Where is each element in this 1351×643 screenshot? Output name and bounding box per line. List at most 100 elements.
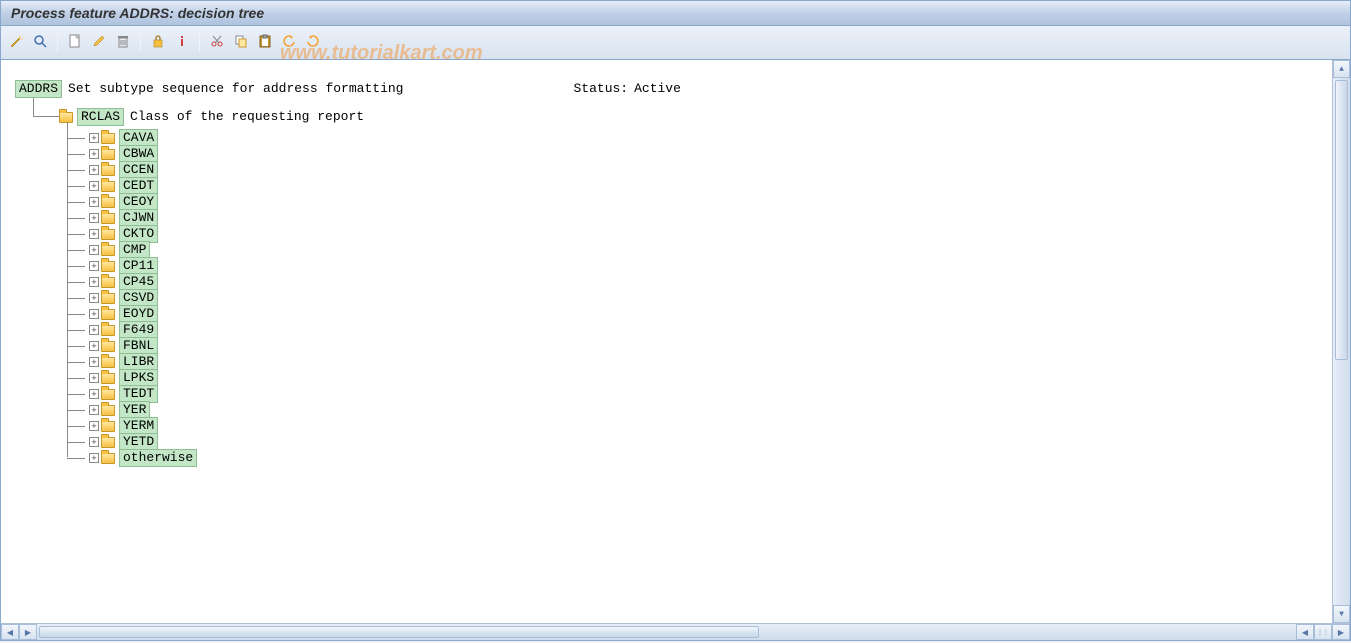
- tree-root: ADDRS Set subtype sequence for address f…: [15, 80, 1336, 98]
- lock-button[interactable]: [147, 32, 169, 54]
- expand-icon[interactable]: +: [89, 229, 99, 239]
- scissors-icon: [210, 34, 224, 51]
- tree-leaf[interactable]: + otherwise: [77, 450, 1336, 466]
- tree-branch: RCLAS Class of the requesting report: [15, 108, 1336, 126]
- separator: [140, 33, 141, 53]
- tree-node-rclas[interactable]: RCLAS Class of the requesting report: [59, 108, 364, 126]
- tree-leaf[interactable]: +CMP: [77, 242, 1336, 258]
- leaf-label: otherwise: [119, 449, 197, 467]
- tree-leaf[interactable]: +CCEN: [77, 162, 1336, 178]
- folder-icon: [101, 389, 115, 400]
- expand-icon[interactable]: +: [89, 277, 99, 287]
- tree-leaf[interactable]: +CKTO: [77, 226, 1336, 242]
- rclas-desc: Class of the requesting report: [130, 109, 364, 125]
- tree-leaf[interactable]: +LPKS: [77, 370, 1336, 386]
- tree-leaf[interactable]: +FBNL: [77, 338, 1336, 354]
- folder-icon: [101, 453, 115, 464]
- scroll-grip-icon: ⋮⋮: [1314, 624, 1332, 640]
- folder-icon: [101, 309, 115, 320]
- folder-icon: [101, 341, 115, 352]
- expand-icon[interactable]: +: [89, 165, 99, 175]
- folder-icon: [101, 229, 115, 240]
- tree-leaf[interactable]: +EOYD: [77, 306, 1336, 322]
- expand-icon[interactable]: +: [89, 197, 99, 207]
- copy-button[interactable]: [230, 32, 252, 54]
- scroll-left-button-2[interactable]: ◀: [1296, 624, 1314, 640]
- tree-leaf[interactable]: +YERM: [77, 418, 1336, 434]
- separator: [57, 33, 58, 53]
- expand-icon[interactable]: +: [89, 437, 99, 447]
- folder-open-icon: [59, 112, 73, 123]
- rclas-code: RCLAS: [77, 108, 124, 126]
- trash-icon: [116, 34, 130, 51]
- tree-connector: [15, 108, 59, 126]
- scroll-thumb-h[interactable]: [39, 626, 759, 638]
- info-button[interactable]: [171, 32, 193, 54]
- status-value: Active: [634, 81, 681, 97]
- expand-icon[interactable]: +: [89, 261, 99, 271]
- tree-leaf[interactable]: +F649: [77, 322, 1336, 338]
- folder-icon: [101, 373, 115, 384]
- folder-icon: [101, 261, 115, 272]
- tree-leaf[interactable]: +CSVD: [77, 290, 1336, 306]
- toolbar: [0, 26, 1351, 60]
- expand-icon[interactable]: +: [89, 373, 99, 383]
- tree-leaf[interactable]: +CEOY: [77, 194, 1336, 210]
- tree-leaf[interactable]: +CBWA: [77, 146, 1336, 162]
- tree-leaf[interactable]: +LIBR: [77, 354, 1336, 370]
- tree-leaf[interactable]: +CAVA: [77, 130, 1336, 146]
- expand-icon[interactable]: +: [89, 245, 99, 255]
- tree-leaf[interactable]: +YETD: [77, 434, 1336, 450]
- redo-button[interactable]: [302, 32, 324, 54]
- decision-tree: ADDRS Set subtype sequence for address f…: [1, 60, 1350, 486]
- tree-leaf[interactable]: +CP11: [77, 258, 1336, 274]
- scroll-up-button[interactable]: ▲: [1333, 60, 1350, 78]
- expand-icon[interactable]: +: [89, 293, 99, 303]
- find-button[interactable]: [29, 32, 51, 54]
- redo-icon: [306, 34, 320, 51]
- scroll-right-button-2[interactable]: ▶: [1332, 624, 1350, 640]
- tree-leaf[interactable]: +YER: [77, 402, 1336, 418]
- tree-leaf[interactable]: +TEDT: [77, 386, 1336, 402]
- expand-icon[interactable]: +: [89, 181, 99, 191]
- expand-icon[interactable]: +: [89, 453, 99, 463]
- root-code[interactable]: ADDRS: [15, 80, 62, 98]
- scroll-down-button[interactable]: ▼: [1333, 605, 1350, 623]
- expand-icon[interactable]: +: [89, 133, 99, 143]
- folder-icon: [101, 405, 115, 416]
- horizontal-scrollbar[interactable]: ◀ ▶ ◀ ⋮⋮ ▶: [0, 623, 1351, 641]
- expand-icon[interactable]: +: [89, 213, 99, 223]
- create-button[interactable]: [64, 32, 86, 54]
- expand-icon[interactable]: +: [89, 389, 99, 399]
- cut-button[interactable]: [206, 32, 228, 54]
- undo-icon: [282, 34, 296, 51]
- generate-button[interactable]: [5, 32, 27, 54]
- folder-icon: [101, 437, 115, 448]
- expand-icon[interactable]: +: [89, 405, 99, 415]
- content-area: ADDRS Set subtype sequence for address f…: [0, 60, 1351, 623]
- expand-icon[interactable]: +: [89, 325, 99, 335]
- expand-icon[interactable]: +: [89, 357, 99, 367]
- tree-leaf[interactable]: +CJWN: [77, 210, 1336, 226]
- scroll-track[interactable]: [1333, 78, 1350, 605]
- expand-icon[interactable]: +: [89, 341, 99, 351]
- expand-icon[interactable]: +: [89, 149, 99, 159]
- tree-leaf[interactable]: +CP45: [77, 274, 1336, 290]
- scroll-thumb[interactable]: [1335, 80, 1348, 360]
- expand-icon[interactable]: +: [89, 309, 99, 319]
- tree-leaf[interactable]: +CEDT: [77, 178, 1336, 194]
- search-icon: [33, 34, 47, 51]
- paste-button[interactable]: [254, 32, 276, 54]
- root-desc: Set subtype sequence for address formatt…: [68, 81, 403, 97]
- scroll-left-button[interactable]: ◀: [1, 624, 19, 640]
- scroll-right-button[interactable]: ▶: [19, 624, 37, 640]
- folder-icon: [101, 197, 115, 208]
- expand-icon[interactable]: +: [89, 421, 99, 431]
- edit-button[interactable]: [88, 32, 110, 54]
- scroll-track-h[interactable]: [37, 624, 1296, 640]
- status-label: Status:: [573, 81, 628, 97]
- folder-icon: [101, 325, 115, 336]
- undo-button[interactable]: [278, 32, 300, 54]
- delete-button[interactable]: [112, 32, 134, 54]
- vertical-scrollbar[interactable]: ▲ ▼: [1332, 60, 1350, 623]
